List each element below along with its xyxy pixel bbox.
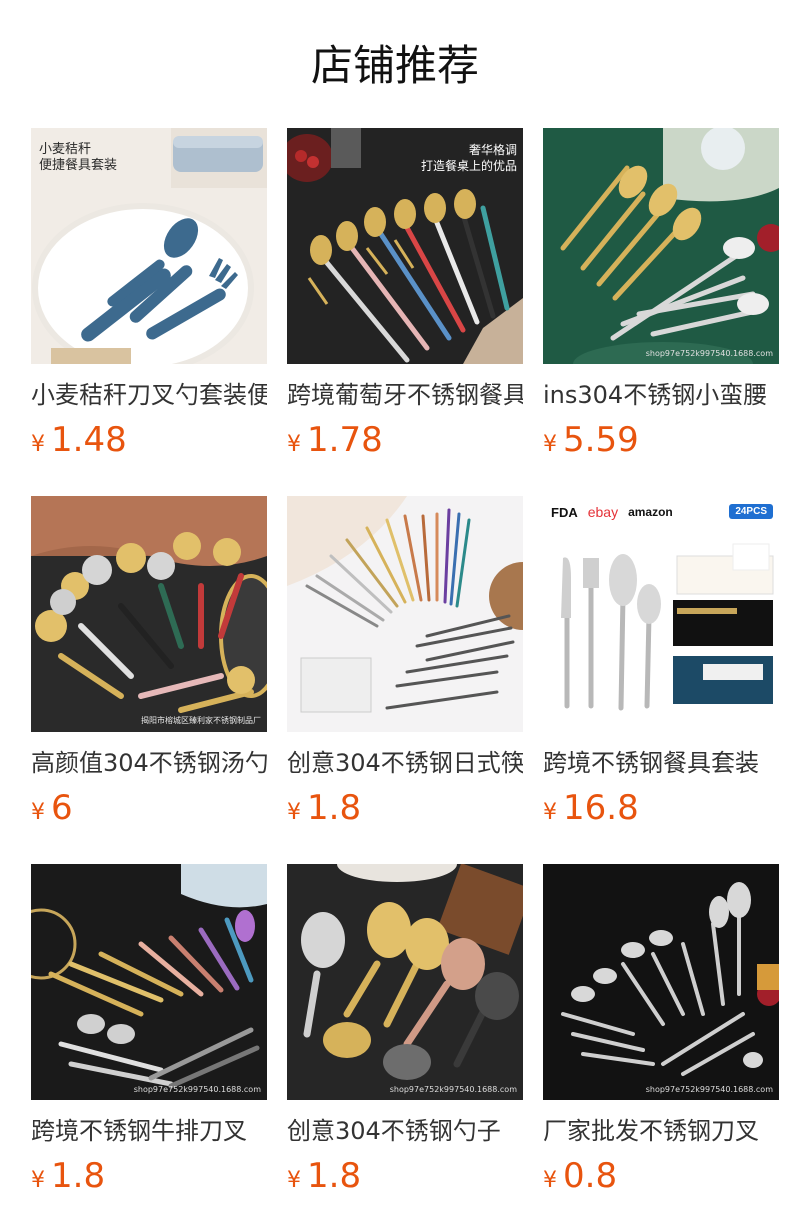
price-value: 1.8 bbox=[307, 1156, 362, 1196]
product-name[interactable]: 跨境葡萄牙不锈钢餐具 bbox=[287, 378, 523, 412]
product-price: ¥1.8 bbox=[31, 1156, 267, 1196]
currency-symbol: ¥ bbox=[31, 800, 45, 825]
product-price: ¥1.48 bbox=[31, 420, 267, 460]
product-card[interactable]: 创意304不锈钢日式筷 ¥1.8 bbox=[287, 496, 523, 828]
product-name[interactable]: 高颜值304不锈钢汤勺 bbox=[31, 746, 267, 780]
product-image[interactable] bbox=[287, 496, 523, 732]
product-grid: 小麦秸秆 便捷餐具套装 小麦秸秆刀叉勺套装便携餐具 ¥1.48 bbox=[31, 128, 779, 1196]
product-name[interactable]: 厂家批发不锈钢刀叉 bbox=[543, 1114, 779, 1148]
product-name[interactable]: 跨境不锈钢餐具套装 bbox=[543, 746, 779, 780]
image-overlay-text: 奢华格调 打造餐桌上的优品 bbox=[420, 143, 517, 173]
page-title: 店铺推荐 bbox=[310, 41, 479, 90]
price-value: 0.8 bbox=[563, 1156, 618, 1196]
amazon-logo: amazon bbox=[628, 505, 673, 519]
product-price: ¥1.78 bbox=[287, 420, 523, 460]
price-value: 1.48 bbox=[51, 420, 127, 460]
product-price: ¥1.8 bbox=[287, 788, 523, 828]
product-image[interactable]: FDA ebay amazon 24PCS bbox=[543, 496, 779, 732]
fda-logo: FDA bbox=[551, 504, 578, 520]
product-name[interactable]: 创意304不锈钢勺子 bbox=[287, 1114, 523, 1148]
currency-symbol: ¥ bbox=[287, 1168, 301, 1193]
product-image[interactable]: 揭阳市榕城区臻利家不锈钢制品厂 bbox=[31, 496, 267, 732]
product-name[interactable]: 小麦秸秆刀叉勺套装便携餐具 bbox=[31, 378, 267, 412]
product-image[interactable]: shop97e752k997540.1688.com bbox=[287, 864, 523, 1100]
product-price: ¥16.8 bbox=[543, 788, 779, 828]
product-image[interactable]: shop97e752k997540.1688.com bbox=[543, 128, 779, 364]
product-card[interactable]: shop97e752k997540.1688.com 创意304不锈钢勺子 ¥1… bbox=[287, 864, 523, 1196]
product-card[interactable]: 奢华格调 打造餐桌上的优品 跨境葡萄牙不锈钢餐具 ¥1.78 bbox=[287, 128, 523, 460]
price-value: 1.78 bbox=[307, 420, 383, 460]
brand-logos: FDA ebay amazon bbox=[551, 504, 673, 520]
product-image[interactable]: shop97e752k997540.1688.com bbox=[543, 864, 779, 1100]
price-value: 16.8 bbox=[563, 788, 639, 828]
product-card[interactable]: 揭阳市榕城区臻利家不锈钢制品厂 高颜值304不锈钢汤勺 ¥6 bbox=[31, 496, 267, 828]
product-card[interactable]: FDA ebay amazon 24PCS 跨境不锈钢餐具套装 ¥16.8 bbox=[543, 496, 779, 828]
currency-symbol: ¥ bbox=[287, 800, 301, 825]
currency-symbol: ¥ bbox=[31, 1168, 45, 1193]
image-watermark: shop97e752k997540.1688.com bbox=[389, 1085, 517, 1094]
recommendation-page: 店铺推荐 小麦秸秆 便捷餐具套装 小麦秸秆刀叉勺套装便 ¥ 1.48 奢华格调 … bbox=[0, 0, 790, 1232]
currency-symbol: ¥ bbox=[31, 432, 45, 457]
image-watermark: 揭阳市榕城区臻利家不锈钢制品厂 bbox=[141, 716, 261, 725]
price-value: 1.8 bbox=[51, 1156, 106, 1196]
ebay-logo: ebay bbox=[587, 504, 619, 520]
image-watermark: shop97e752k997540.1688.com bbox=[645, 1085, 773, 1094]
currency-symbol: ¥ bbox=[543, 432, 557, 457]
product-card[interactable]: shop97e752k997540.1688.com 厂家批发不锈钢刀叉 ¥0.… bbox=[543, 864, 779, 1196]
pcs-badge: 24PCS bbox=[729, 504, 773, 519]
currency-symbol: ¥ bbox=[287, 432, 301, 457]
price-value: 5.59 bbox=[563, 420, 639, 460]
price-value: 6 bbox=[51, 788, 73, 828]
currency-symbol: ¥ bbox=[543, 1168, 557, 1193]
product-image[interactable]: shop97e752k997540.1688.com bbox=[31, 864, 267, 1100]
product-name[interactable]: 创意304不锈钢日式筷 bbox=[287, 746, 523, 780]
product-name[interactable]: 跨境不锈钢牛排刀叉 bbox=[31, 1114, 267, 1148]
price-value: 1.8 bbox=[307, 788, 362, 828]
product-price: ¥6 bbox=[31, 788, 267, 828]
product-card[interactable]: shop97e752k997540.1688.com 跨境不锈钢牛排刀叉 ¥1.… bbox=[31, 864, 267, 1196]
image-watermark: shop97e752k997540.1688.com bbox=[133, 1085, 261, 1094]
product-card[interactable]: shop97e752k997540.1688.com ins304不锈钢小蛮腰 … bbox=[543, 128, 779, 460]
product-image[interactable]: 小麦秸秆 便捷餐具套装 bbox=[31, 128, 267, 364]
product-price: ¥1.8 bbox=[287, 1156, 523, 1196]
product-price: ¥0.8 bbox=[543, 1156, 779, 1196]
product-name[interactable]: ins304不锈钢小蛮腰 bbox=[543, 378, 779, 412]
product-card[interactable]: 小麦秸秆 便捷餐具套装 小麦秸秆刀叉勺套装便携餐具 ¥1.48 bbox=[31, 128, 267, 460]
currency-symbol: ¥ bbox=[543, 800, 557, 825]
image-overlay-text: 小麦秸秆 便捷餐具套装 bbox=[39, 142, 118, 173]
image-watermark: shop97e752k997540.1688.com bbox=[645, 349, 773, 358]
product-price: ¥5.59 bbox=[543, 420, 779, 460]
product-image[interactable]: 奢华格调 打造餐桌上的优品 bbox=[287, 128, 523, 364]
